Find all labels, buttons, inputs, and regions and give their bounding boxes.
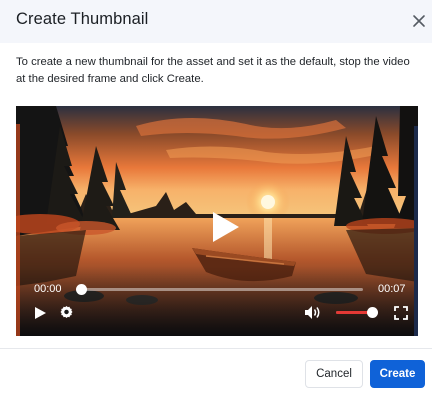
duration: 00:07 bbox=[378, 283, 406, 295]
volume-slider[interactable] bbox=[336, 307, 378, 318]
volume-icon[interactable] bbox=[304, 305, 322, 320]
create-thumbnail-dialog: Create Thumbnail To create a new thumbna… bbox=[0, 0, 432, 394]
current-time: 00:00 bbox=[34, 283, 62, 295]
cancel-button[interactable]: Cancel bbox=[305, 360, 363, 388]
dialog-header: Create Thumbnail bbox=[0, 0, 432, 43]
dialog-title: Create Thumbnail bbox=[16, 10, 149, 28]
close-icon[interactable] bbox=[410, 12, 428, 30]
video-player[interactable]: 00:00 00:07 bbox=[16, 106, 418, 336]
settings-icon[interactable] bbox=[59, 305, 74, 320]
dialog-description: To create a new thumbnail for the asset … bbox=[16, 56, 410, 85]
fullscreen-icon[interactable] bbox=[394, 306, 408, 320]
progress-bar[interactable] bbox=[76, 284, 363, 295]
progress-handle[interactable] bbox=[76, 284, 87, 295]
volume-handle[interactable] bbox=[366, 307, 378, 318]
footer-divider bbox=[0, 348, 432, 349]
create-button[interactable]: Create bbox=[370, 360, 425, 388]
big-play-icon[interactable] bbox=[211, 210, 241, 244]
play-icon[interactable] bbox=[34, 306, 47, 320]
